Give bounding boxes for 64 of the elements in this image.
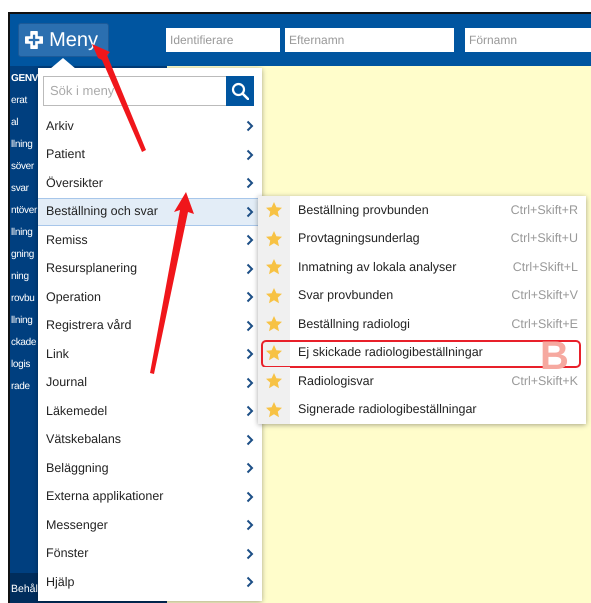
sidebar-item[interactable]: ckade — [11, 337, 36, 348]
chevron-right-icon — [246, 234, 254, 246]
star-icon — [265, 230, 283, 248]
star-icon — [265, 315, 283, 334]
chevron-right-icon — [246, 519, 254, 532]
chevron-right-icon — [246, 434, 254, 446]
menu-item[interactable]: Fönster — [38, 540, 262, 568]
chevron-right-icon — [246, 320, 254, 332]
star-icon — [265, 258, 283, 276]
chevron-right-icon — [246, 206, 254, 218]
star-icon — [265, 286, 283, 305]
sidebar-item[interactable]: llning — [11, 227, 33, 238]
sidebar-item[interactable]: al — [11, 117, 18, 128]
sidebar-item[interactable]: llning — [11, 139, 33, 150]
sidebar-item[interactable]: gning — [11, 249, 34, 260]
sidebar-item[interactable]: rade — [11, 381, 30, 392]
chevron-right-icon — [246, 576, 254, 588]
sidebar-item[interactable]: erat — [11, 95, 28, 106]
chevron-right-icon — [246, 348, 254, 360]
sidebar-item[interactable]: rovbu — [11, 293, 35, 304]
menu-item[interactable]: Översikter — [38, 169, 262, 198]
star-icon — [265, 201, 283, 220]
star-icon — [265, 344, 283, 362]
search-field[interactable]: Sök i meny — [43, 76, 226, 106]
shortcut-text: Ctrl+Skift+V — [511, 287, 579, 304]
plus-icon — [25, 28, 44, 52]
sidebar-item[interactable]: ning — [11, 271, 29, 282]
chevron-right-icon — [246, 291, 254, 304]
search-button[interactable] — [226, 76, 254, 106]
menu-item[interactable]: Beläggning — [38, 454, 262, 482]
menu-item[interactable]: Hjälp — [38, 568, 262, 596]
star-icon — [265, 372, 283, 390]
shortcut-text: Ctrl+Skift+K — [511, 372, 579, 390]
star-icon — [265, 400, 283, 419]
chevron-right-icon — [246, 262, 254, 275]
chevron-right-icon — [246, 148, 254, 161]
text-field[interactable]: Identifierare — [166, 28, 280, 52]
search-icon — [231, 82, 249, 100]
sidebar-item[interactable]: llning — [11, 315, 33, 326]
chevron-right-icon — [246, 548, 254, 560]
footer-text: Behål — [11, 582, 38, 597]
menu-item[interactable]: Messenger — [38, 511, 262, 540]
sidebar-item[interactable]: söver — [11, 161, 34, 172]
text-field[interactable]: Förnamn — [465, 28, 591, 52]
menu-item[interactable]: Externa applikationer — [38, 482, 262, 511]
menu-item[interactable]: Patient — [38, 140, 262, 169]
chevron-right-icon — [246, 405, 254, 418]
menu-item[interactable]: Vätskebalans — [38, 426, 262, 454]
chevron-right-icon — [246, 462, 254, 474]
chevron-right-icon — [246, 120, 254, 132]
shortcut-text: Ctrl+Skift+L — [512, 258, 579, 276]
chevron-right-icon — [246, 376, 254, 389]
menu-button[interactable]: Meny — [18, 23, 109, 57]
shortcut-text: Ctrl+Skift+E — [511, 316, 579, 333]
sidebar-item[interactable]: logis — [11, 359, 30, 370]
menu-item[interactable]: Arkiv — [38, 112, 262, 140]
shortcut-text: Ctrl+Skift+U — [510, 230, 579, 248]
shortcut-text: Ctrl+Skift+R — [510, 202, 579, 219]
sidebar-item[interactable]: svar — [11, 183, 29, 194]
text-field[interactable]: Efternamn — [285, 28, 454, 52]
sidebar-item[interactable]: GENV — [11, 73, 38, 84]
chevron-right-icon — [246, 177, 254, 190]
chevron-right-icon — [246, 490, 254, 503]
sidebar-item[interactable]: ntöver — [11, 205, 37, 216]
